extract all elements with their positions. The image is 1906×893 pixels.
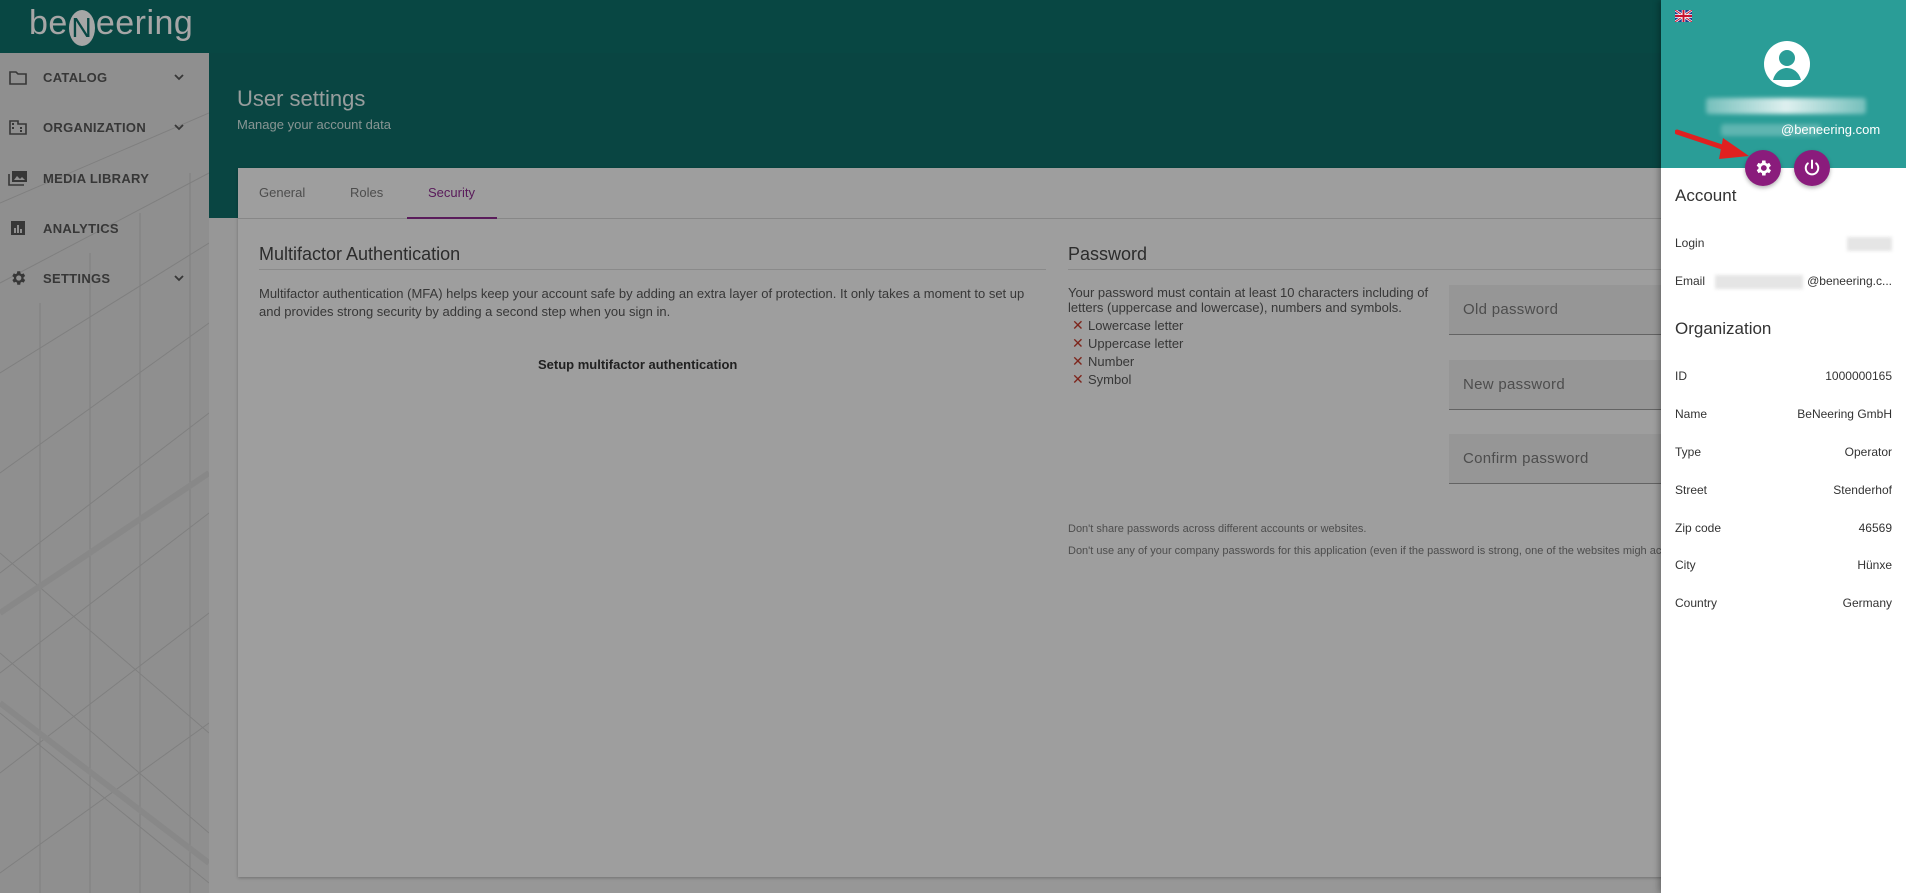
org-row-name: Name BeNeering GmbH [1675,407,1892,425]
org-key: Country [1675,596,1718,610]
login-value-redacted [1847,237,1892,251]
org-key: City [1675,558,1696,572]
user-avatar [1764,41,1810,87]
org-row-zip: Zip code 46569 [1675,521,1892,539]
user-email-suffix: @beneering.com [1781,122,1881,137]
logout-button[interactable] [1794,150,1830,186]
email-value-redacted [1715,275,1803,289]
organization-section-title: Organization [1675,319,1772,338]
org-value: Hünxe [1857,558,1892,572]
uk-flag-icon[interactable] [1675,10,1692,22]
gear-icon [1756,160,1771,176]
org-value: BeNeering GmbH [1797,407,1892,421]
login-label: Login [1675,236,1705,250]
email-value: @beneering.c... [1807,274,1892,288]
org-value: 1000000165 [1825,369,1892,383]
annotation-arrow-icon [1675,129,1749,159]
user-name-redacted [1706,98,1866,114]
modal-backdrop[interactable] [0,0,1661,893]
org-value: Germany [1842,596,1892,610]
org-value: Operator [1844,445,1892,459]
org-value: 46569 [1858,521,1892,535]
org-row-type: Type Operator [1675,445,1892,463]
org-row-country: Country Germany [1675,596,1892,614]
org-key: ID [1675,369,1687,383]
org-key: Street [1675,483,1708,497]
power-icon [1804,159,1820,176]
person-icon [1773,50,1801,80]
org-key: Name [1675,407,1708,421]
account-login-row: Login [1675,236,1892,254]
org-value: Stenderhof [1833,483,1892,497]
account-section-title: Account [1675,186,1737,205]
org-row-street: Street Stenderhof [1675,483,1892,501]
org-key: Zip code [1675,521,1722,535]
org-row-id: ID 1000000165 [1675,369,1892,387]
org-row-city: City Hünxe [1675,558,1892,576]
email-label: Email [1675,274,1706,288]
org-key: Type [1675,445,1702,459]
account-email-row: Email @beneering.c... [1675,274,1892,292]
